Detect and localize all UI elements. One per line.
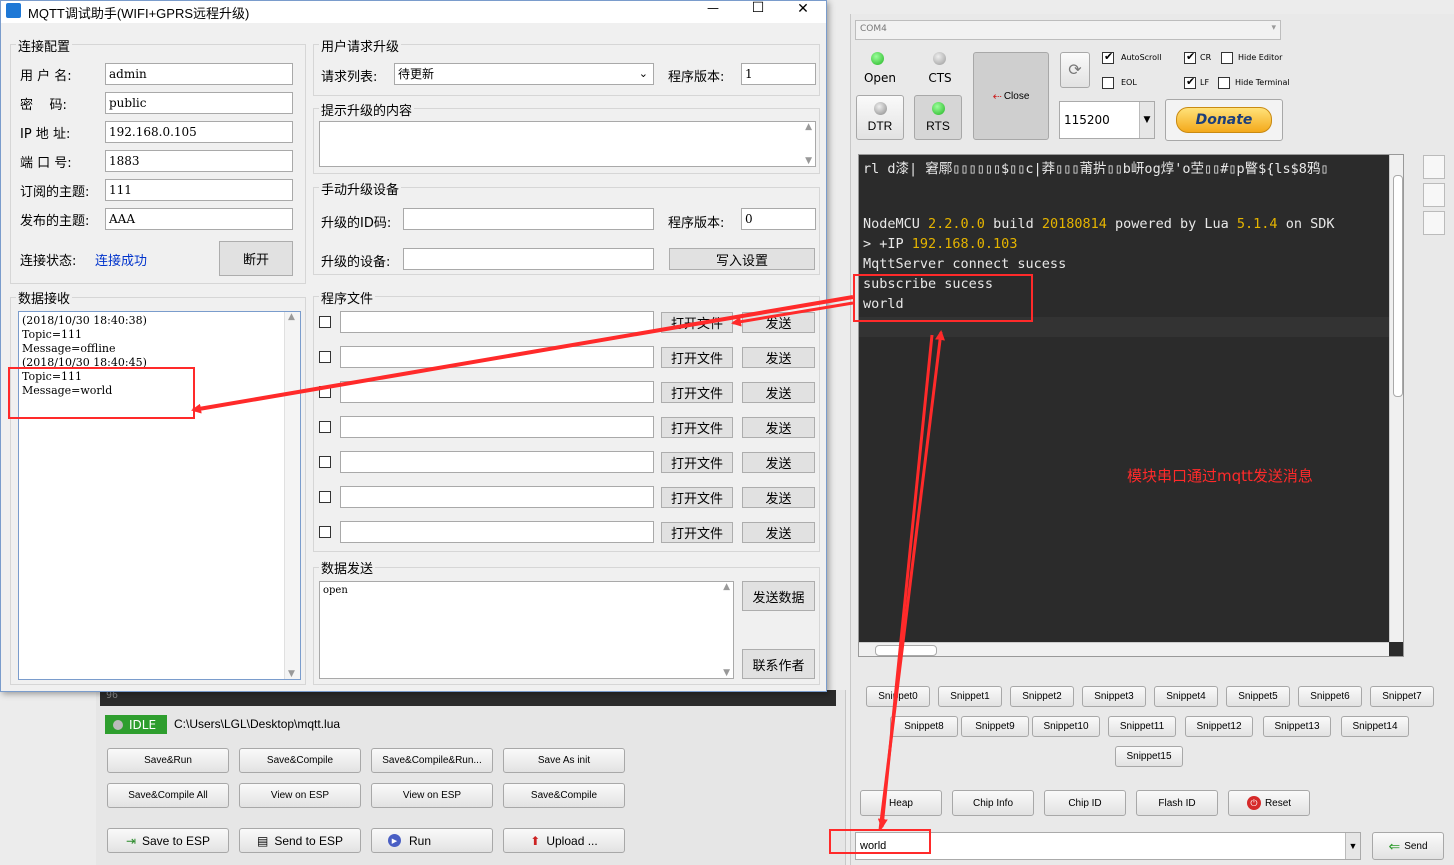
annotation-arrows bbox=[191, 295, 945, 831]
arrow-terminal-to-command bbox=[877, 334, 934, 829]
arrow-terminal-to-recv bbox=[191, 295, 854, 414]
